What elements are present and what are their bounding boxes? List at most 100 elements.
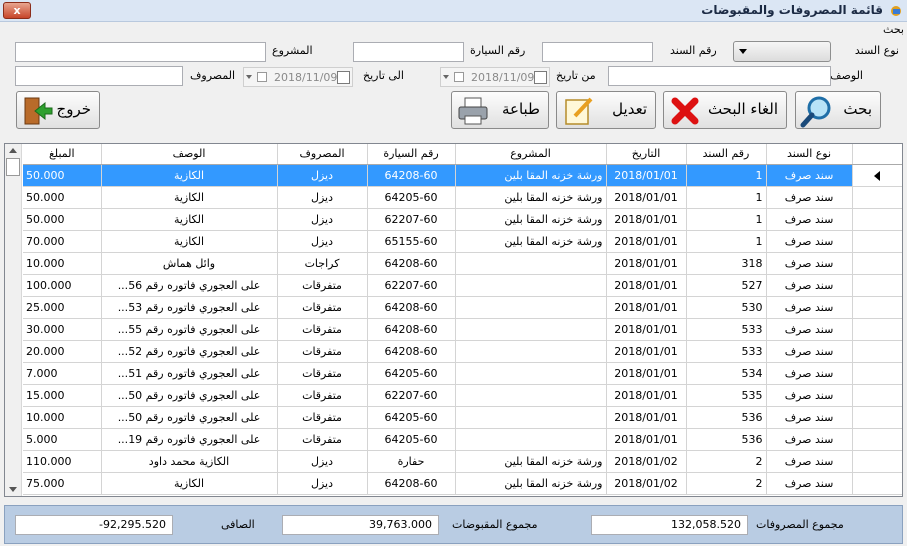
cell-voucher-no: 1 xyxy=(686,230,767,253)
table-row[interactable]: 100.000 ...على العجوري فاتوره رقم 56 متفرق… xyxy=(23,274,902,297)
scroll-up-icon[interactable] xyxy=(9,148,17,153)
column-header-amount[interactable]: المبلغ xyxy=(23,144,102,165)
table-row[interactable]: 70.000 الكازية ديزل 65155-60 ورشة خزنه المقا… xyxy=(23,230,902,253)
cell-description: الكازية xyxy=(101,472,278,495)
description-input[interactable] xyxy=(608,66,831,86)
row-indicator[interactable] xyxy=(852,186,902,209)
table-row[interactable]: 30.000 ...على العجوري فاتوره رقم 55 متفرقا… xyxy=(23,318,902,341)
cell-date: 2018/01/01 xyxy=(606,296,687,319)
cell-voucher-no: 2 xyxy=(686,472,767,495)
table-row[interactable]: 110.000 الكازية محمد داود ديزل حفارة ورشة خز… xyxy=(23,450,902,473)
red-x-icon xyxy=(671,97,699,125)
row-indicator[interactable] xyxy=(852,230,902,253)
chevron-down-icon xyxy=(246,75,252,79)
close-button[interactable]: x xyxy=(3,2,31,19)
cell-amount: 110.000 xyxy=(23,450,102,473)
car-no-input[interactable] xyxy=(353,42,464,62)
table-row[interactable]: 15.000 ...على العجوري فاتوره رقم 50 متفرقا… xyxy=(23,384,902,407)
print-button[interactable]: طباعة xyxy=(451,91,549,129)
search-button[interactable]: بحث xyxy=(795,91,881,129)
row-indicator[interactable] xyxy=(852,296,902,319)
cell-amount: 70.000 xyxy=(23,230,102,253)
cell-description: الكازية xyxy=(101,186,278,209)
column-header-voucher-no[interactable]: رقم السند xyxy=(686,144,767,165)
column-header-voucher-type[interactable]: نوع السند xyxy=(766,144,853,165)
row-indicator[interactable] xyxy=(852,164,902,187)
cell-car-no: 64205-60 xyxy=(367,362,456,385)
table-row[interactable]: 10.000 ...على العجوري فاتوره رقم 50 متفرقا… xyxy=(23,406,902,429)
voucher-no-input[interactable] xyxy=(542,42,653,62)
cell-voucher-no: 533 xyxy=(686,340,767,363)
column-header-date[interactable]: التاريخ xyxy=(606,144,687,165)
table-row[interactable]: 20.000 ...على العجوري فاتوره رقم 52 متفرقا… xyxy=(23,340,902,363)
row-indicator[interactable] xyxy=(852,274,902,297)
from-date-picker[interactable]: 2018/11/09 xyxy=(440,67,550,87)
row-indicator[interactable] xyxy=(852,450,902,473)
row-indicator[interactable] xyxy=(852,340,902,363)
cell-voucher-type: سند صرف xyxy=(766,450,853,473)
total-expenses-field: 132,058.520 xyxy=(591,515,748,535)
voucher-no-label: رقم السند xyxy=(670,44,717,57)
vouchers-grid[interactable]: المبلغ الوصف المصروف رقم السيارة المشروع… xyxy=(4,143,903,497)
cell-car-no: 64208-60 xyxy=(367,252,456,275)
expense-input[interactable] xyxy=(15,66,183,86)
from-date-checkbox[interactable] xyxy=(534,71,547,84)
row-indicator[interactable] xyxy=(852,208,902,231)
row-indicator[interactable] xyxy=(852,472,902,495)
table-row[interactable]: 7.000 ...على العجوري فاتوره رقم 51 متفرقات… xyxy=(23,362,902,385)
cell-expense: ديزل xyxy=(277,450,368,473)
net-label: الصافى xyxy=(221,518,255,531)
cell-car-no: 65155-60 xyxy=(367,230,456,253)
cell-description: ...على العجوري فاتوره رقم 56 xyxy=(101,274,278,297)
cell-description: الكازية xyxy=(101,164,278,187)
scroll-thumb[interactable] xyxy=(6,158,20,176)
vouchers-table: المبلغ الوصف المصروف رقم السيارة المشروع… xyxy=(23,144,902,495)
row-indicator[interactable] xyxy=(852,428,902,451)
calendar-icon xyxy=(454,72,464,82)
cell-voucher-type: سند صرف xyxy=(766,406,853,429)
exit-button-label: خروج xyxy=(56,100,91,118)
project-input[interactable] xyxy=(15,42,266,62)
cell-date: 2018/01/01 xyxy=(606,164,687,187)
table-row[interactable]: 75.000 الكازية ديزل 64208-60 ورشة خزنه المقا… xyxy=(23,472,902,495)
cell-voucher-no: 2 xyxy=(686,450,767,473)
cell-date: 2018/01/01 xyxy=(606,318,687,341)
column-header-description[interactable]: الوصف xyxy=(101,144,278,165)
to-date-checkbox[interactable] xyxy=(337,71,350,84)
cell-voucher-no: 535 xyxy=(686,384,767,407)
cell-amount: 10.000 xyxy=(23,406,102,429)
row-indicator[interactable] xyxy=(852,252,902,275)
project-label: المشروع xyxy=(272,44,313,57)
cell-voucher-type: سند صرف xyxy=(766,472,853,495)
row-indicator[interactable] xyxy=(852,384,902,407)
vertical-scrollbar[interactable] xyxy=(5,144,22,496)
from-date-label: من تاريخ xyxy=(556,69,596,82)
edit-button[interactable]: تعديل xyxy=(556,91,656,129)
cell-project: ورشة خزنه المقا بلين xyxy=(455,450,607,473)
table-row[interactable]: 50.000 الكازية ديزل 64205-60 ورشة خزنه المقا… xyxy=(23,186,902,209)
cell-voucher-type: سند صرف xyxy=(766,186,853,209)
column-header-expense[interactable]: المصروف xyxy=(277,144,368,165)
scroll-down-icon[interactable] xyxy=(9,487,17,492)
voucher-type-combo[interactable] xyxy=(733,41,831,62)
cell-date: 2018/01/01 xyxy=(606,384,687,407)
table-row[interactable]: 50.000 الكازية ديزل 62207-60 ورشة خزنه المقا… xyxy=(23,208,902,231)
table-row[interactable]: 10.000 وائل هماش كراجات 64208-60 2018/01/01 3… xyxy=(23,252,902,275)
row-indicator[interactable] xyxy=(852,406,902,429)
table-row[interactable]: 50.000 الكازية ديزل 64208-60 ورشة خزنه المقا… xyxy=(23,164,902,187)
cell-voucher-type: سند صرف xyxy=(766,274,853,297)
table-row[interactable]: 5.000 ...على العجوري فاتوره رقم 19 متفرقات… xyxy=(23,428,902,451)
table-row[interactable]: 25.000 ...على العجوري فاتوره رقم 53 متفرقا… xyxy=(23,296,902,319)
edit-note-icon xyxy=(565,97,593,125)
cell-voucher-no: 527 xyxy=(686,274,767,297)
row-indicator[interactable] xyxy=(852,362,902,385)
exit-button[interactable]: خروج xyxy=(16,91,100,129)
column-header-car-no[interactable]: رقم السيارة xyxy=(367,144,456,165)
column-header-project[interactable]: المشروع xyxy=(455,144,607,165)
cell-voucher-no: 318 xyxy=(686,252,767,275)
row-indicator[interactable] xyxy=(852,318,902,341)
to-date-picker[interactable]: 2018/11/09 xyxy=(243,67,353,87)
cell-car-no: 64205-60 xyxy=(367,406,456,429)
cancel-search-button[interactable]: الغاء البحث xyxy=(663,91,787,129)
cell-expense: متفرقات xyxy=(277,340,368,363)
